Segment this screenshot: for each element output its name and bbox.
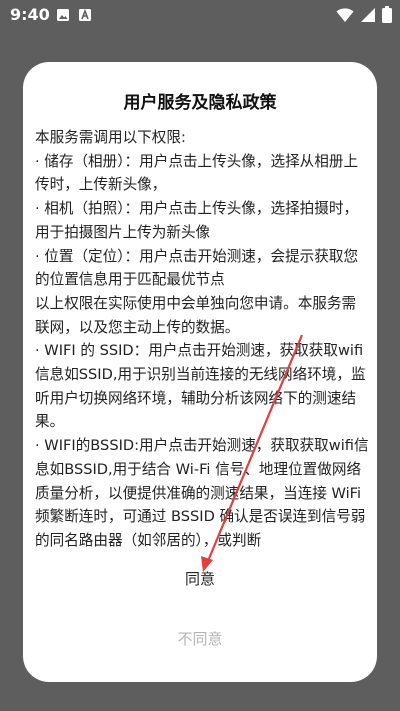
policy-paragraph: 以上权限在实际使用中会单独向您申请。本服务需联网，以及您主动上传的数据。 [35,294,357,336]
status-bar: 9:40 [0,0,400,30]
signal-icon [361,7,375,22]
wifi-icon [336,7,354,22]
dialog-title: 用户服务及隐私政策 [123,93,277,113]
status-time: 9:40 [10,5,50,24]
policy-paragraph: · 位置（定位）：用户点击开始测速，会提示获取您的位置信息用于匹配最优节点 [35,247,359,289]
policy-paragraph: · 相机（拍照）：用户点击上传头像，选择拍摄时，用于拍摄图片上传为新头像 [35,200,359,241]
font-a-icon [79,8,91,21]
disagree-button[interactable]: 不同意 [23,628,377,649]
policy-paragraph: · 储存（相册）：用户点击上传头像，选择从相册上传时，上传新头像， [35,152,359,194]
privacy-dialog: 用户服务及隐私政策 本服务需调用以下权限: · 储存（相册）：用户点击上传头像，… [23,62,377,682]
policy-paragraph: · WIFI 的 SSID：用户点击开始测速，获取获取wifi信息如SSID,用… [35,342,366,431]
agree-button[interactable]: 同意 [23,568,377,589]
policy-paragraph: 本服务需调用以下权限: [35,129,186,146]
image-icon [57,9,69,21]
policy-paragraph: · WIFI的BSSID:用户点击开始测速，获取获取wifi信息如BSSID,用… [35,437,369,549]
policy-content[interactable]: 本服务需调用以下权限: · 储存（相册）：用户点击上传头像，选择从相册上传时，上… [35,126,369,609]
status-right-icons [336,6,392,23]
battery-icon [382,6,392,23]
